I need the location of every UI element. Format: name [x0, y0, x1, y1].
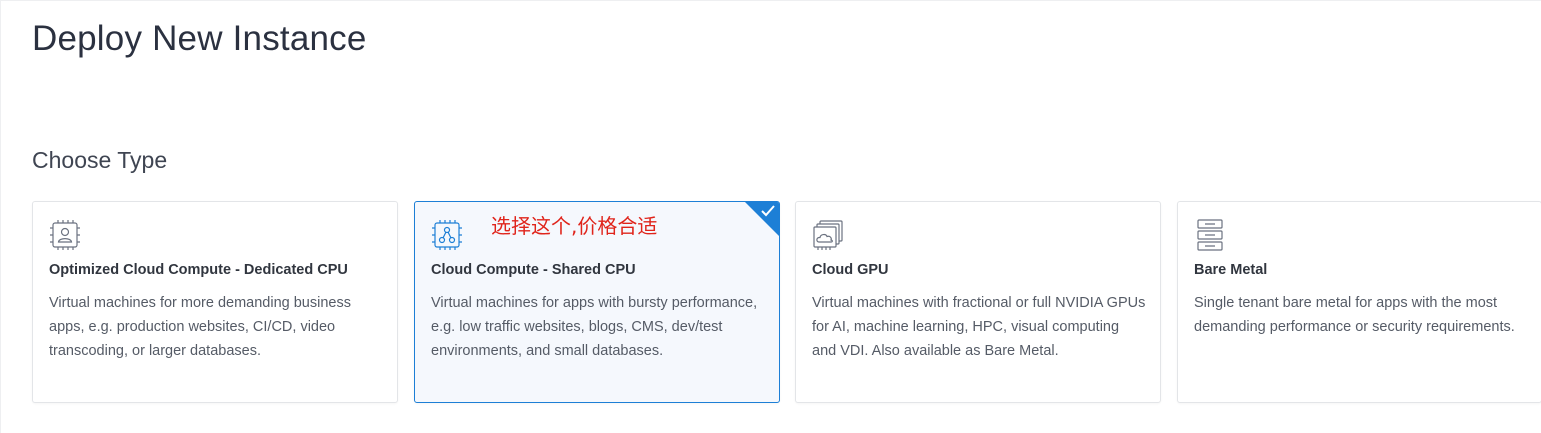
- type-card-name: Bare Metal: [1194, 262, 1268, 278]
- section-title: Choose Type: [32, 147, 168, 173]
- page-container: Deploy New Instance Choose Type Optimize…: [0, 0, 1541, 433]
- cpu-person-icon: [49, 219, 81, 251]
- type-card-cloud-compute-shared[interactable]: 选择这个,价格合适 Cloud Compute - Shared CPU Vir…: [414, 201, 780, 403]
- page-title: Deploy New Instance: [32, 19, 367, 58]
- type-card-description: Virtual machines with fractional or full…: [812, 295, 1146, 359]
- type-card-optimized-cloud-compute[interactable]: Optimized Cloud Compute - Dedicated CPU …: [32, 201, 398, 403]
- type-card-bare-metal[interactable]: Bare Metal Single tenant bare metal for …: [1177, 201, 1541, 403]
- type-card-name: Cloud Compute - Shared CPU: [431, 262, 636, 278]
- annotation-note: 选择这个,价格合适: [491, 214, 658, 238]
- type-card-name: Optimized Cloud Compute - Dedicated CPU: [49, 262, 348, 278]
- type-card-description: Virtual machines for more demanding busi…: [49, 295, 351, 359]
- server-stack-icon: [1194, 219, 1226, 251]
- cpu-share-icon: [431, 219, 463, 251]
- gpu-cloud-icon: [812, 219, 844, 251]
- type-card-name: Cloud GPU: [812, 262, 889, 278]
- type-card-description: Virtual machines for apps with bursty pe…: [431, 295, 758, 359]
- type-card-description: Single tenant bare metal for apps with t…: [1194, 295, 1515, 335]
- checkmark-icon: [760, 204, 776, 218]
- type-card-cloud-gpu[interactable]: Cloud GPU Virtual machines with fraction…: [795, 201, 1161, 403]
